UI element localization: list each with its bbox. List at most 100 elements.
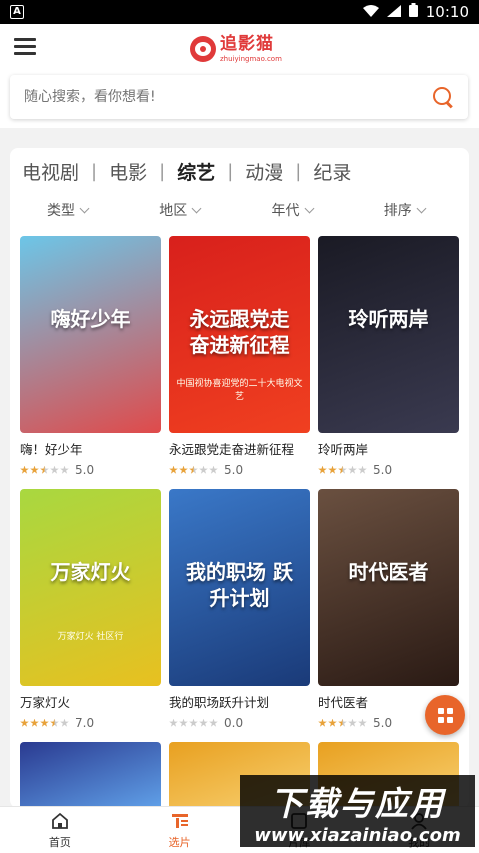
tab-filter[interactable]: 选片: [120, 807, 240, 853]
filter-dropdown[interactable]: 类型: [47, 200, 132, 220]
search-input[interactable]: [24, 89, 432, 105]
filter-dropdown[interactable]: 排序: [384, 200, 469, 220]
category-tabs: 电视剧 | 电影 | 综艺 | 动漫 | 纪录: [20, 158, 353, 185]
logo-domain: zhuiyingmao.com: [220, 54, 282, 63]
star-icon: [169, 465, 178, 474]
grid-menu-button[interactable]: [425, 695, 465, 735]
rating-score: 5.0: [373, 463, 393, 477]
chevron-down-icon: [304, 203, 314, 213]
rating: 7.0: [20, 716, 161, 730]
star-icon: [169, 718, 178, 727]
video-card[interactable]: 永远跟党走 奋进新征程 中国视协喜迎党的二十大电视文艺永远跟党走奋进新征程 5.0: [169, 236, 310, 477]
category-separator: |: [295, 161, 302, 182]
video-card[interactable]: 万家灯火 万家灯火 社区行 万家灯火 7.0: [20, 489, 161, 730]
star-icon: [60, 465, 69, 474]
star-rating: [169, 718, 218, 728]
star-rating: [318, 465, 367, 475]
rating-score: 5.0: [75, 463, 95, 477]
star-icon: [60, 718, 69, 727]
star-icon: [318, 465, 327, 474]
filter-dropdown[interactable]: 地区: [159, 200, 244, 220]
video-title[interactable]: 嗨！好少年: [20, 439, 161, 458]
tab-home[interactable]: 首页: [0, 807, 120, 853]
rating-score: 7.0: [75, 716, 95, 730]
filter-label: 年代: [271, 203, 300, 219]
video-card[interactable]: 时代医者 时代医者 5.0: [318, 489, 459, 730]
star-icon: [209, 465, 218, 474]
category-separator: |: [227, 161, 234, 182]
rating-score: 5.0: [373, 716, 393, 730]
notification-icon: A: [10, 5, 24, 19]
filter-label: 类型: [47, 203, 75, 219]
rating-score: 0.0: [224, 716, 244, 730]
video-title[interactable]: 永远跟党走奋进新征程: [169, 439, 310, 458]
star-icon: [358, 465, 367, 474]
star-icon: [338, 465, 347, 474]
filter-bar: 类型 地区 年代 排序: [10, 200, 469, 220]
star-rating: [318, 718, 367, 728]
video-title[interactable]: 玲听两岸: [318, 439, 459, 458]
video-poster[interactable]: [20, 742, 161, 808]
star-icon: [20, 465, 29, 474]
poster-title: 玲听两岸: [348, 307, 429, 331]
video-poster[interactable]: 永远跟党走 奋进新征程 中国视协喜迎党的二十大电视文艺: [169, 236, 310, 433]
video-poster[interactable]: 万家灯火万家灯火 社区行: [20, 489, 161, 686]
video-poster[interactable]: 我的职场 跃升计划: [169, 489, 310, 686]
video-poster[interactable]: 玲听两岸: [318, 236, 459, 433]
star-icon: [358, 718, 367, 727]
rating: 5.0: [318, 463, 459, 477]
tab-label: 首页: [48, 835, 71, 849]
chevron-down-icon: [191, 203, 202, 213]
search-box[interactable]: [10, 75, 468, 119]
category-separator: |: [159, 161, 166, 182]
category-tab[interactable]: 纪录: [311, 158, 353, 185]
status-bar: A 10:10: [0, 0, 479, 24]
status-time: 10:10: [425, 3, 469, 21]
star-icon: [179, 718, 188, 727]
tab-label: 选片: [168, 835, 191, 849]
poster-title: 时代医者: [348, 560, 429, 584]
video-card[interactable]: [20, 742, 161, 808]
rating-score: 5.0: [224, 463, 244, 477]
battery-icon: [408, 3, 418, 21]
logo-name: 追影猫: [220, 33, 274, 54]
watermark: 下载与应用 www.xiazainiao.com: [240, 775, 475, 847]
app-header: 追影猫 zhuiyingmao.com: [0, 24, 479, 72]
star-icon: [348, 718, 357, 727]
video-title[interactable]: 万家灯火: [20, 692, 161, 711]
category-tab[interactable]: 综艺: [175, 158, 217, 185]
star-icon: [348, 465, 357, 474]
filter-dropdown[interactable]: 年代: [272, 200, 357, 220]
star-icon: [328, 718, 337, 727]
poster-subtitle: 万家灯火 社区行: [57, 632, 124, 642]
star-icon: [318, 718, 327, 727]
star-rating: [169, 465, 218, 475]
category-tab[interactable]: 电影: [107, 158, 149, 185]
content-card: 电视剧 | 电影 | 综艺 | 动漫 | 纪录 类型 地区 年代 排序 嗨好少年 嗨！好少年 5.0 永远跟…: [10, 148, 469, 808]
menu-icon[interactable]: [14, 38, 36, 56]
search-icon[interactable]: [432, 86, 454, 108]
video-title[interactable]: 我的职场跃升计划: [169, 692, 310, 711]
star-icon: [338, 718, 347, 727]
rating: 0.0: [169, 716, 310, 730]
chevron-down-icon: [416, 203, 427, 213]
rating: 5.0: [169, 463, 310, 477]
video-card[interactable]: 玲听两岸 玲听两岸 5.0: [318, 236, 459, 477]
poster-title: 永远跟党走 奋进新征程: [189, 307, 290, 357]
star-icon: [179, 465, 188, 474]
star-rating: [20, 718, 69, 728]
star-icon: [189, 718, 198, 727]
category-tab[interactable]: 动漫: [243, 158, 285, 185]
video-poster[interactable]: 时代医者: [318, 489, 459, 686]
category-tab[interactable]: 电视剧: [20, 158, 81, 185]
poster-title: 万家灯火: [50, 560, 131, 584]
watermark-url: www.xiazainiao.com: [254, 824, 461, 846]
star-icon: [30, 718, 39, 727]
video-card[interactable]: 我的职场 跃升计划我的职场跃升计划 0.0: [169, 489, 310, 730]
video-poster[interactable]: 嗨好少年: [20, 236, 161, 433]
star-icon: [328, 465, 337, 474]
category-separator: |: [91, 161, 98, 182]
wifi-icon: [362, 3, 379, 21]
video-card[interactable]: 嗨好少年嗨！好少年 5.0: [20, 236, 161, 477]
rating: 5.0: [20, 463, 161, 477]
